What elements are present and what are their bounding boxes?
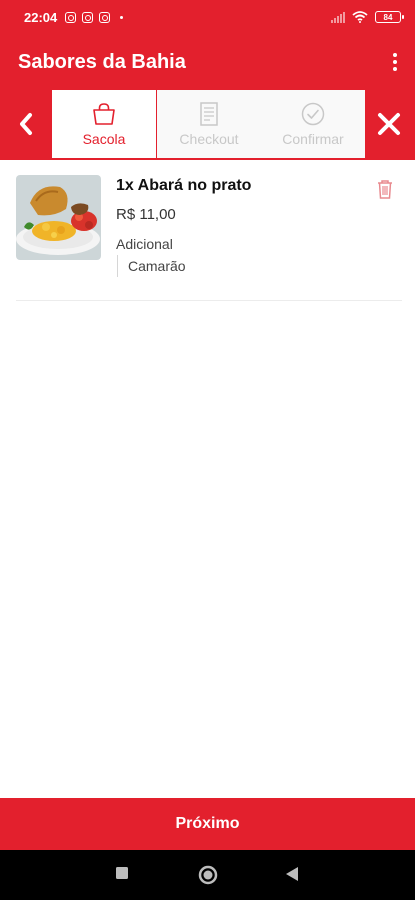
signal-icon <box>331 11 345 23</box>
addon-list: Camarão <box>117 255 186 277</box>
item-name: 1x Abará no prato <box>116 177 252 194</box>
app-title: Sabores da Bahia <box>18 50 186 73</box>
app-bar: Sabores da Bahia <box>0 34 415 90</box>
check-circle-icon <box>301 102 325 126</box>
step-confirmar[interactable]: Confirmar <box>261 90 365 158</box>
battery-level: 84 <box>383 12 393 22</box>
item-photo <box>16 175 101 260</box>
battery-icon: 84 <box>375 11 404 23</box>
chevron-left-icon <box>20 113 32 135</box>
delete-item-button[interactable] <box>376 179 396 201</box>
document-icon <box>200 102 218 126</box>
dot-icon <box>393 60 397 64</box>
back-nav-button[interactable] <box>285 866 299 882</box>
cart-item: 1x Abará no prato R$ 11,00 Adicional Cam… <box>16 173 402 301</box>
step-label: Checkout <box>179 131 239 147</box>
notification-icon <box>65 11 77 23</box>
close-button[interactable] <box>363 90 415 158</box>
more-notifications-dot <box>120 15 124 19</box>
home-button[interactable] <box>198 865 218 885</box>
wifi-icon <box>352 11 368 23</box>
notification-icon <box>99 11 111 23</box>
trash-icon <box>378 180 392 199</box>
addon-item: Camarão <box>128 258 186 274</box>
step-checkout[interactable]: Checkout <box>157 90 261 158</box>
close-icon <box>378 113 400 135</box>
dot-icon <box>393 67 397 71</box>
recent-apps-button[interactable] <box>115 866 129 880</box>
step-label: Confirmar <box>282 131 344 147</box>
status-bar: 22:04 84 <box>0 0 415 34</box>
bag-icon <box>93 103 115 125</box>
step-sacola[interactable]: Sacola <box>52 90 156 158</box>
addon-title: Adicional <box>116 236 173 252</box>
checkout-steps: Sacola Checkout Confirmar <box>0 90 415 160</box>
next-button[interactable]: Próximo <box>0 798 415 850</box>
dot-icon <box>393 53 397 57</box>
overflow-menu-button[interactable] <box>389 50 401 74</box>
step-label: Sacola <box>82 131 126 147</box>
back-button[interactable] <box>0 90 52 158</box>
system-navigation-bar <box>0 850 415 900</box>
item-price: R$ 11,00 <box>116 206 176 223</box>
notification-icon <box>82 11 94 23</box>
clock: 22:04 <box>24 9 58 25</box>
